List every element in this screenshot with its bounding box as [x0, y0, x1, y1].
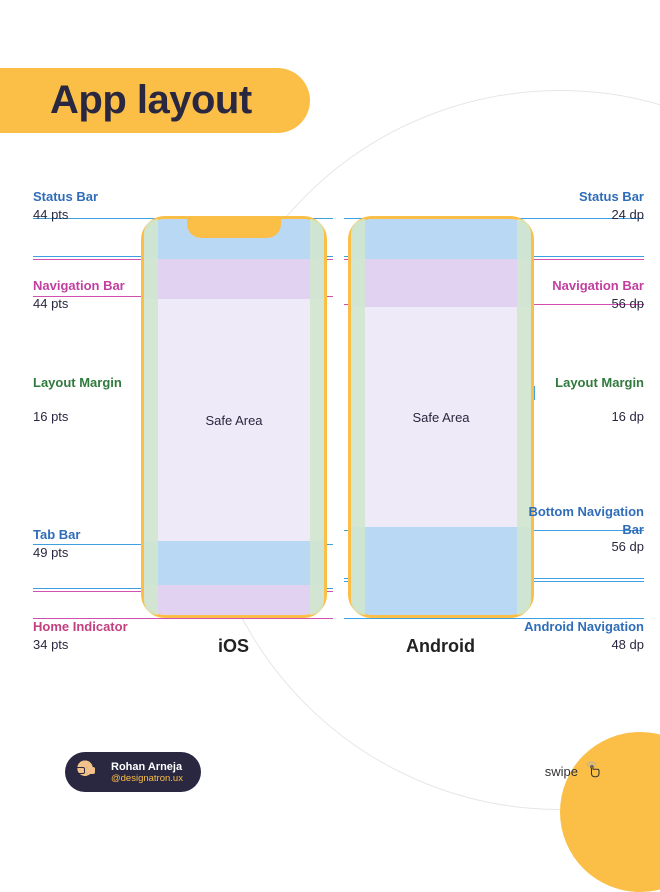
android-os-label: Android — [406, 636, 475, 657]
label-value: 44 pts — [33, 206, 98, 224]
swipe-hint[interactable]: swipe — [545, 759, 602, 784]
label-value: 48 dp — [524, 636, 644, 654]
android-phone-frame: Safe Area — [348, 216, 534, 618]
android-status-bar-label: Status Bar 24 dp — [579, 188, 644, 223]
ios-tab-bar-region — [144, 541, 324, 585]
ios-tab-bar-label: Tab Bar 49 pts — [33, 526, 80, 561]
android-status-bar-region — [351, 219, 531, 259]
label-title: Android Navigation — [524, 619, 644, 634]
android-left-margin — [351, 219, 365, 615]
android-bottom-nav-region — [351, 527, 531, 575]
heading-pill: App layout — [0, 68, 310, 133]
label-title: Home Indicator — [33, 619, 128, 634]
label-title: Bottom Navigation Bar — [528, 504, 644, 537]
label-value: 44 pts — [33, 295, 125, 313]
label-title: Layout Margin — [33, 375, 122, 390]
ios-home-indicator-region — [144, 585, 324, 615]
ios-left-margin — [144, 219, 158, 615]
ios-notch — [187, 216, 281, 238]
label-title: Status Bar — [33, 189, 98, 204]
label-value: 16 dp — [555, 408, 644, 426]
label-title: Status Bar — [579, 189, 644, 204]
label-value: 49 pts — [33, 544, 80, 562]
avatar — [69, 756, 101, 788]
android-margin-right-guide — [534, 386, 535, 400]
label-title: Layout Margin — [555, 375, 644, 390]
ios-right-margin — [310, 219, 324, 615]
label-title: Navigation Bar — [33, 278, 125, 293]
android-nav-bar-label: Navigation Bar 56 dp — [552, 277, 644, 312]
ios-navigation-bar-region — [144, 259, 324, 299]
android-navigation-region — [351, 575, 531, 615]
label-value: 56 dp — [524, 538, 644, 556]
author-handle: @designatron.ux — [111, 773, 183, 784]
author-name: Rohan Arneja — [111, 761, 183, 773]
android-navigation-label: Android Navigation 48 dp — [524, 618, 644, 653]
author-text: Rohan Arneja @designatron.ux — [111, 761, 183, 784]
swipe-label: swipe — [545, 764, 578, 779]
ios-safe-area: Safe Area — [144, 299, 324, 541]
ios-layout-margin-label: Layout Margin 16 pts — [33, 374, 122, 425]
ios-phone-frame: Safe Area — [141, 216, 327, 618]
android-safe-area: Safe Area — [351, 307, 531, 527]
android-navigation-bar-region — [351, 259, 531, 307]
diagram-stage: Safe Area Safe Area Status Bar 44 pts Na… — [0, 188, 660, 678]
label-title: Navigation Bar — [552, 278, 644, 293]
android-layout-margin-label: Layout Margin 16 dp — [555, 374, 644, 425]
label-value: 16 pts — [33, 408, 122, 426]
ios-status-bar-label: Status Bar 44 pts — [33, 188, 98, 223]
corner-accent — [560, 732, 660, 892]
ios-home-indicator-label: Home Indicator 34 pts — [33, 618, 128, 653]
label-value: 56 dp — [552, 295, 644, 313]
page-title: App layout — [50, 78, 252, 123]
swipe-icon — [584, 759, 602, 784]
label-value: 34 pts — [33, 636, 128, 654]
ios-nav-bar-label: Navigation Bar 44 pts — [33, 277, 125, 312]
android-bottom-nav-label: Bottom Navigation Bar 56 dp — [524, 503, 644, 556]
label-value: 24 dp — [579, 206, 644, 224]
ios-os-label: iOS — [218, 636, 249, 657]
author-chip[interactable]: Rohan Arneja @designatron.ux — [65, 752, 201, 792]
label-title: Tab Bar — [33, 527, 80, 542]
